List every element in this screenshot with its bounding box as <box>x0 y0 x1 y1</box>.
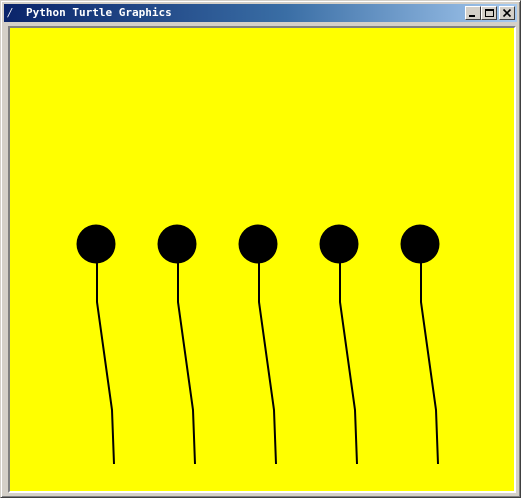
minimize-icon <box>469 15 475 17</box>
stick-figure <box>238 224 278 465</box>
head-dot <box>76 224 116 264</box>
stem-line <box>258 254 277 465</box>
stem-line <box>420 254 439 465</box>
stem-line <box>96 254 115 465</box>
window-title: Python Turtle Graphics <box>26 6 172 19</box>
title-bar[interactable]: / Python Turtle Graphics <box>4 4 517 22</box>
stick-figure <box>76 224 116 465</box>
canvas-frame <box>8 26 516 493</box>
stem-line <box>339 254 358 465</box>
head-dot <box>319 224 359 264</box>
feather-icon[interactable]: / <box>8 5 20 21</box>
head-dot <box>157 224 197 264</box>
close-button[interactable] <box>499 6 515 20</box>
stick-figure <box>319 224 359 465</box>
turtle-drawing <box>76 224 440 465</box>
head-dot <box>400 224 440 264</box>
minimize-button[interactable] <box>465 6 481 20</box>
turtle-window: / Python Turtle Graphics <box>0 0 521 498</box>
maximize-button[interactable] <box>481 6 497 20</box>
head-dot <box>238 224 278 264</box>
stick-figure <box>400 224 440 465</box>
close-icon <box>502 8 512 18</box>
turtle-canvas[interactable] <box>10 28 514 491</box>
stem-line <box>177 254 196 465</box>
maximize-icon <box>485 9 494 17</box>
stick-figure <box>157 224 197 465</box>
